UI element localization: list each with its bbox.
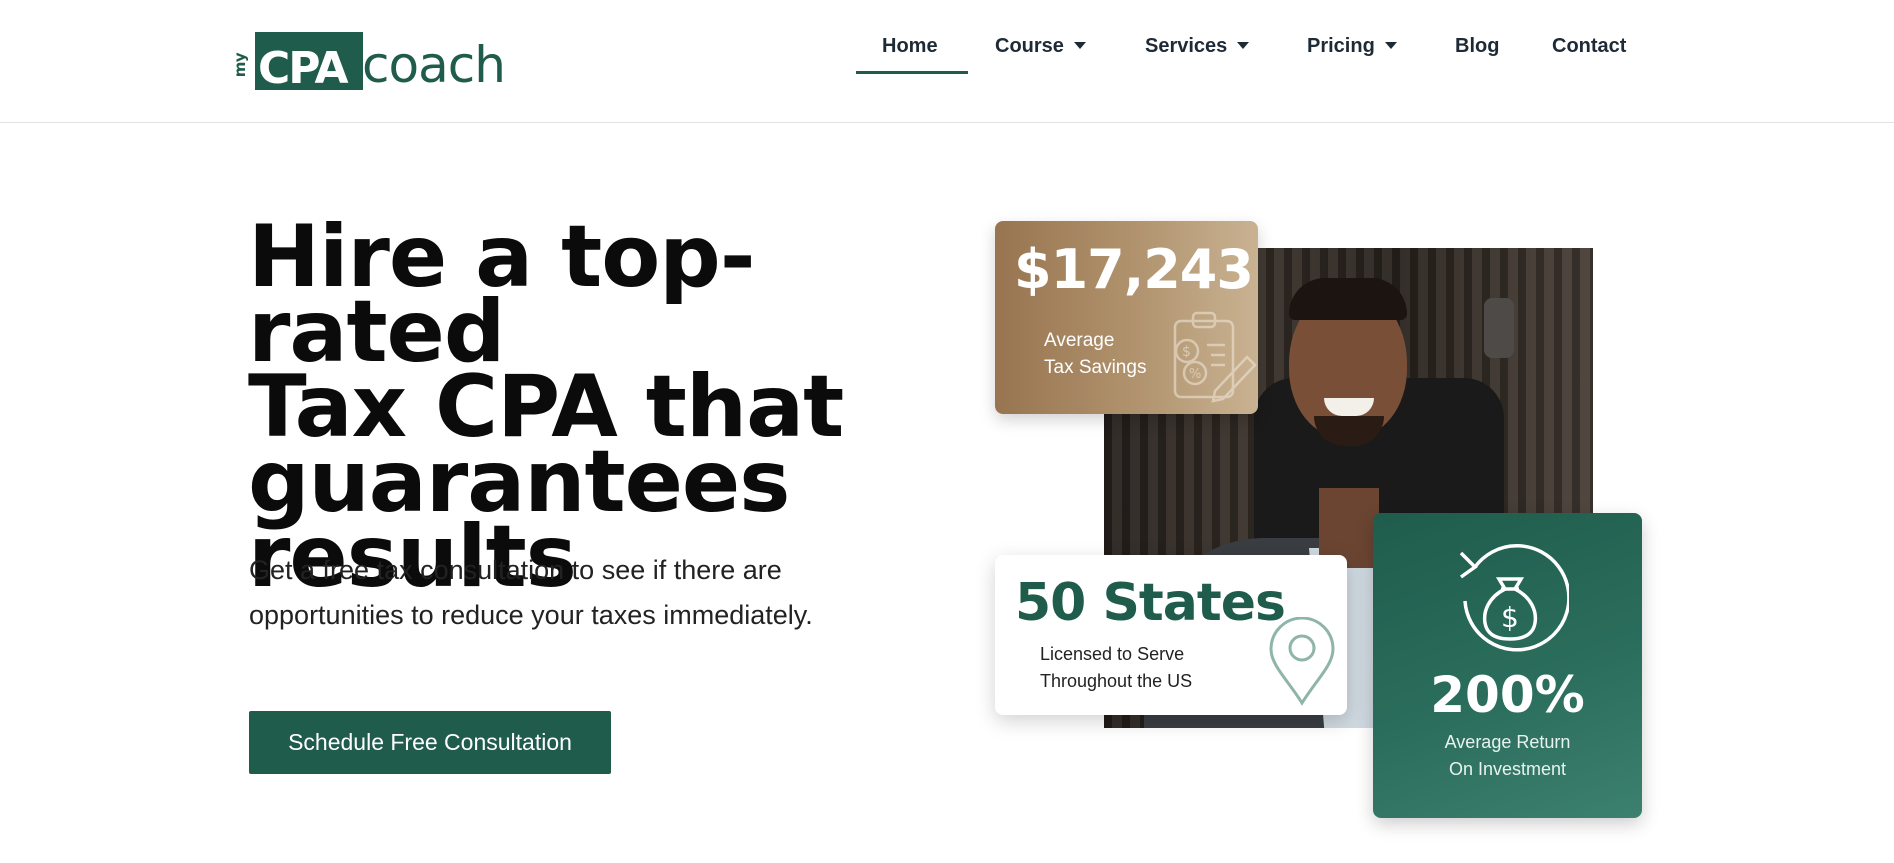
map-pin-icon [1269,617,1335,706]
stat-card-states: 50 States Licensed to Serve Throughout t… [995,555,1347,715]
nav-active-underline [856,71,968,74]
schedule-consultation-button[interactable]: Schedule Free Consultation [249,711,611,774]
logo-my: my [231,52,250,78]
nav-item-blog[interactable]: Blog [1455,36,1499,56]
hero-subtitle: Get a free tax consultation to see if th… [249,555,813,630]
money-bag-cycle-icon: $ [1459,544,1569,652]
logo-cpa: CPA [258,43,349,94]
nav-item-pricing[interactable]: Pricing [1307,36,1397,56]
logo[interactable]: my CPA coach [231,30,514,94]
svg-text:$: $ [1182,344,1191,360]
caret-down-icon [1073,42,1086,49]
hero-title: Hire a top-rated Tax CPA that guarantees… [248,207,844,607]
stat-value: $17,243 [1014,238,1254,301]
nav-item-course[interactable]: Course [995,36,1086,56]
stat-label: Average Tax Savings [1044,330,1147,378]
site-header: my CPA coach Home Course Services Pricin… [0,0,1894,123]
stat-label: Licensed to Serve Throughout the US [1040,644,1193,691]
clipboard-dollar-icon: $ % [1173,311,1257,403]
caret-down-icon [1237,42,1250,49]
svg-text:%: % [1189,367,1201,382]
stat-value: 200% [1430,666,1585,724]
caret-down-icon [1384,42,1397,49]
logo-coach: coach [362,36,506,94]
stat-label: Average Return On Investment [1444,732,1571,779]
nav-item-home[interactable]: Home [882,36,938,56]
stat-card-roi: $ 200% Average Return On Investment [1373,513,1642,818]
svg-text:$: $ [1501,601,1519,634]
stat-value: 50 States [1015,573,1286,633]
nav-item-contact[interactable]: Contact [1552,36,1626,56]
nav-item-services[interactable]: Services [1145,36,1250,56]
stat-card-tax-savings: $17,243 Average Tax Savings $ % [995,221,1258,414]
